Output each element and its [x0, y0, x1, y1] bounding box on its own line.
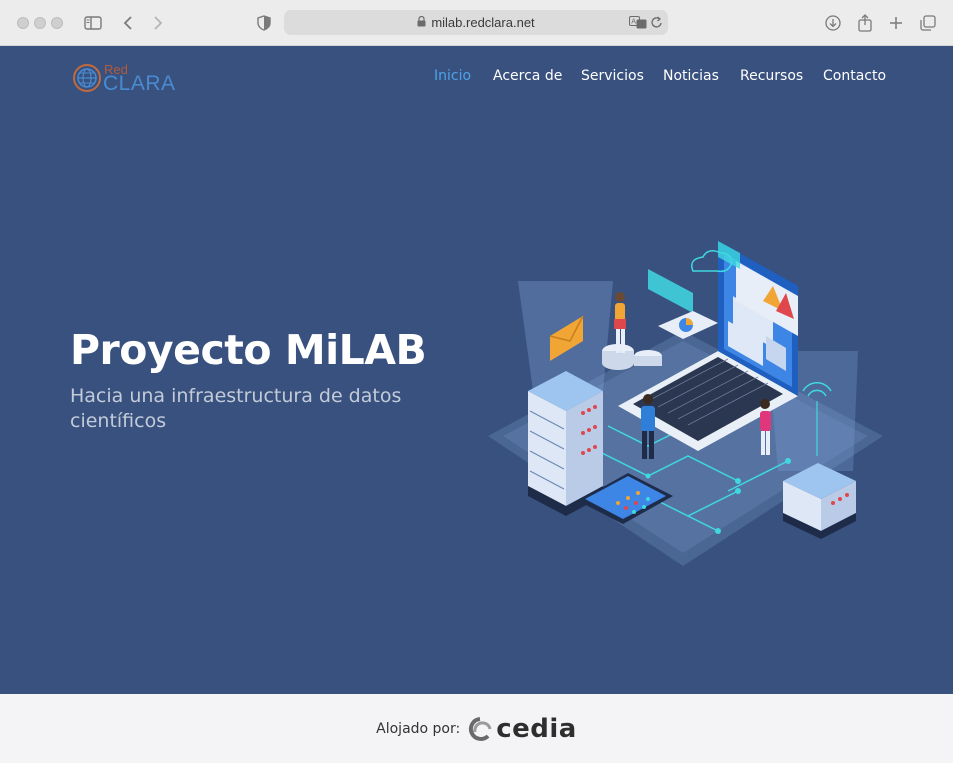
hosted-by-label: Alojado por:: [376, 720, 461, 737]
minimize-window-button[interactable]: [34, 17, 46, 29]
nav-item-inicio[interactable]: Inicio: [434, 68, 471, 84]
hero-title: Proyecto MiLAB: [70, 326, 427, 374]
nav-item-recursos[interactable]: Recursos: [740, 68, 803, 84]
reload-icon[interactable]: [651, 10, 663, 35]
cedia-mark-icon: [469, 716, 492, 741]
lock-icon: [417, 15, 426, 30]
nav-item-noticias[interactable]: Noticias: [663, 68, 719, 84]
hero-subtitle: Hacia una infraestructura de datos cient…: [70, 385, 402, 432]
cedia-wordmark: cedia: [496, 713, 577, 744]
hero-section: Red CLARA Inicio Acerca de Servicios Not…: [0, 46, 953, 694]
zoom-window-button[interactable]: [51, 17, 63, 29]
address-bar[interactable]: milab.redclara.net A: [284, 10, 668, 35]
close-window-button[interactable]: [17, 17, 29, 29]
translate-icon[interactable]: A: [629, 10, 647, 35]
nav-item-servicios[interactable]: Servicios: [581, 68, 644, 84]
data-infrastructure-illustration: [488, 241, 883, 566]
web-page: Red CLARA Inicio Acerca de Servicios Not…: [0, 46, 953, 763]
cedia-logo[interactable]: cedia: [466, 714, 577, 744]
footer: Alojado por: cedia: [0, 694, 953, 763]
tabs-overview-icon[interactable]: [916, 11, 940, 35]
share-icon[interactable]: [853, 11, 877, 35]
forward-icon[interactable]: [146, 11, 170, 35]
main-nav: Inicio Acerca de Servicios Noticias Recu…: [0, 68, 953, 88]
download-icon[interactable]: [821, 11, 845, 35]
shield-icon[interactable]: [252, 11, 276, 35]
nav-item-contacto[interactable]: Contacto: [823, 68, 886, 84]
nav-item-acerca-de[interactable]: Acerca de: [493, 68, 562, 84]
svg-text:A: A: [631, 18, 636, 26]
back-icon[interactable]: [116, 11, 140, 35]
sidebar-icon[interactable]: [81, 11, 105, 35]
new-tab-icon[interactable]: [884, 11, 908, 35]
url-text: milab.redclara.net: [431, 15, 535, 30]
browser-toolbar: milab.redclara.net A: [0, 0, 953, 46]
